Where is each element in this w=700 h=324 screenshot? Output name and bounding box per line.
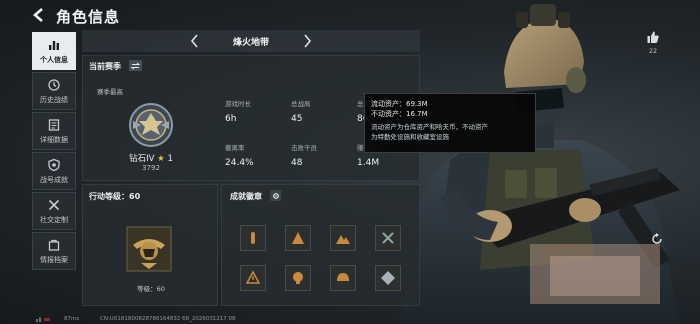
ping-value: 87ms	[64, 316, 80, 322]
page-title: 角色信息	[56, 8, 121, 26]
season-selector: 烽火地带	[82, 30, 420, 52]
stat-value: 1.4M	[357, 158, 380, 168]
rank-star-icon: ★	[157, 154, 165, 164]
stat-label: 游戏时长	[225, 100, 251, 108]
stat-value: 24.4%	[225, 158, 254, 168]
thumbs-up-icon[interactable]	[646, 30, 660, 44]
nav-item-profile[interactable]: 个人信息	[32, 32, 76, 70]
action-level-emblem-icon	[126, 226, 172, 272]
assets-description-2: 为特勤处设施和收藏室设施	[371, 133, 449, 141]
achievement-shield-icon	[48, 158, 60, 171]
rotate-icon[interactable]	[650, 232, 664, 246]
achievement-badge[interactable]	[285, 265, 311, 291]
achievement-badge[interactable]	[240, 265, 266, 291]
rank-name: 钻石IV ★ 1	[83, 152, 219, 164]
archive-bag-icon	[48, 239, 60, 251]
nav-item-achievements[interactable]: 战号成就	[32, 152, 76, 190]
warning-badge-icon	[245, 270, 261, 284]
stat-operators-defeated: 击败干员 48	[291, 142, 317, 168]
stat-label: 总战局	[291, 100, 311, 108]
bullet-badge-icon	[251, 232, 255, 244]
achievement-badge[interactable]	[285, 225, 311, 251]
nav-label: 战号成就	[40, 175, 68, 184]
assets-tooltip: 流动资产：69.3M 不动资产：16.7M 流动资产为仓库资产和哈夫币，不动资产…	[364, 93, 536, 153]
signal-icon	[36, 317, 50, 322]
stat-extraction-rate: 撤离率 24.4%	[225, 142, 254, 168]
history-clock-icon	[48, 78, 60, 91]
like-count: 22	[648, 47, 658, 55]
triangle-badge-icon	[292, 232, 304, 244]
bar-chart-icon	[49, 40, 59, 50]
stat-playtime: 游戏时长 6h	[225, 98, 251, 124]
tools-cross-icon	[48, 199, 60, 210]
fixed-assets: 不动资产：16.7M	[371, 110, 428, 118]
achievements-settings-button[interactable]	[270, 190, 281, 201]
achievement-badge[interactable]	[375, 225, 401, 251]
user-uid: CN:U0181800828786164832 68_2026031217 08	[100, 316, 236, 322]
liquid-assets: 流动资产：69.3M	[371, 100, 428, 108]
footer: 87ms CN:U0181800828786164832 68_20260312…	[0, 314, 700, 324]
gear-icon	[272, 192, 279, 199]
data-doc-icon	[48, 118, 60, 131]
back-arrow-icon[interactable]	[30, 6, 48, 24]
skull-badge-icon	[293, 272, 303, 284]
stat-value: 45	[291, 114, 303, 124]
chevron-left-icon[interactable]	[188, 33, 202, 49]
chevron-right-icon[interactable]	[300, 33, 314, 49]
action-level-panel: 行动等级：60 等级：60	[82, 184, 218, 306]
achievement-badge[interactable]	[330, 225, 356, 251]
achievements-panel: 成就徽章	[221, 184, 420, 306]
achievement-badge[interactable]	[375, 265, 401, 291]
diamond-rank-emblem-icon	[129, 103, 173, 147]
stat-value: 48	[291, 158, 303, 168]
assets-description-1: 流动资产为仓库资产和哈夫币，不动资产	[371, 123, 488, 131]
stat-total-matches: 总战局 45	[291, 98, 311, 124]
rank-star-count: 1	[167, 154, 173, 164]
action-level-title: 行动等级：60	[89, 192, 141, 201]
nav-label: 详细数据	[40, 135, 68, 144]
header: 角色信息	[0, 0, 420, 30]
helmet-badge-icon	[337, 273, 349, 281]
mountain-badge-icon	[336, 235, 350, 244]
achievements-title: 成就徽章	[230, 192, 262, 201]
diamond-badge-icon	[381, 271, 395, 285]
nav-item-social[interactable]: 社交定制	[32, 192, 76, 230]
nav-label: 历史战绩	[40, 95, 68, 104]
switch-season-button[interactable]	[129, 60, 142, 71]
stat-value: 6h	[225, 114, 237, 124]
season-high-label: 赛季最高	[97, 88, 123, 96]
rank-points: 3792	[142, 164, 160, 172]
side-nav: 个人信息 历史战绩 详细数据 战号成就 社交定制 情报档案	[32, 32, 78, 272]
nav-item-history[interactable]: 历史战绩	[32, 72, 76, 110]
achievement-badge[interactable]	[330, 265, 356, 291]
stat-label: 撤离率	[225, 144, 245, 152]
nav-item-details[interactable]: 详细数据	[32, 112, 76, 150]
rank-label: 钻石IV	[129, 154, 155, 164]
swap-icon	[131, 61, 140, 70]
action-level-text: 等级：60	[137, 285, 165, 293]
nav-item-intel[interactable]: 情报档案	[32, 232, 76, 270]
current-season-title: 当前赛季	[89, 62, 121, 71]
nav-label: 情报档案	[40, 255, 68, 264]
season-name: 烽火地带	[232, 37, 269, 48]
stat-label: 击败干员	[291, 144, 317, 152]
nav-label: 个人信息	[40, 55, 68, 64]
achievement-badge[interactable]	[240, 225, 266, 251]
game-screen: 角色信息 个人信息 历史战绩 详细数据 战号成就 社交定制 情报档案 烽火地带 …	[0, 0, 700, 324]
nav-label: 社交定制	[40, 215, 68, 224]
cross-badge-icon	[382, 232, 394, 244]
